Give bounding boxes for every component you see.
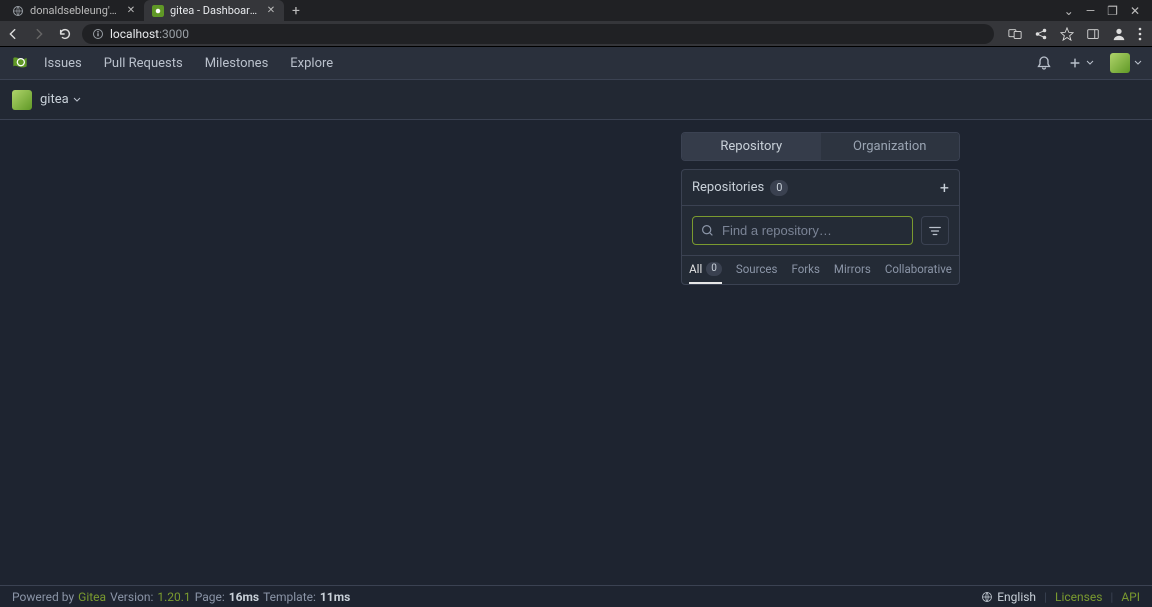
search-icon (701, 224, 714, 237)
context-bar: gitea (0, 80, 1152, 120)
browser-tab[interactable]: donaldsebleung's blog ✕ (4, 0, 144, 21)
bookmark-icon[interactable] (1060, 27, 1074, 41)
filter-tab-sources[interactable]: Sources (736, 262, 778, 284)
maximize-icon[interactable]: ❐ (1107, 4, 1118, 18)
filter-tab-forks[interactable]: Forks (791, 262, 819, 284)
browser-tab[interactable]: gitea - Dashboard - Gitea: G ✕ (144, 0, 284, 21)
chevron-down-icon[interactable]: ⌄ (1064, 4, 1074, 18)
licenses-link[interactable]: Licenses (1055, 590, 1102, 604)
template-label: Template: (263, 590, 316, 604)
filter-tab-collaborative[interactable]: Collaborative (885, 262, 952, 284)
repositories-count: 0 (770, 180, 788, 196)
profile-icon[interactable] (1112, 27, 1126, 41)
reload-button[interactable] (58, 27, 72, 41)
filter-tab-all[interactable]: All 0 (689, 262, 722, 284)
forward-button[interactable] (32, 27, 46, 41)
nav-pull-requests[interactable]: Pull Requests (104, 56, 183, 71)
version-label: Version: (110, 590, 153, 604)
tab-repository[interactable]: Repository (682, 133, 821, 160)
page-time: 16ms (229, 590, 259, 604)
search-input[interactable] (722, 223, 904, 238)
browser-tab-strip: donaldsebleung's blog ✕ gitea - Dashboar… (0, 0, 1152, 21)
address-bar[interactable]: localhost:3000 (82, 24, 994, 44)
close-icon[interactable]: ✕ (126, 6, 136, 16)
avatar (1110, 53, 1130, 73)
avatar (12, 90, 32, 110)
context-name: gitea (40, 92, 69, 107)
all-count-badge: 0 (706, 262, 722, 276)
close-icon[interactable]: ✕ (266, 6, 276, 16)
url-host: localhost:3000 (110, 27, 189, 41)
back-button[interactable] (6, 27, 20, 41)
window-controls: ⌄ — ❐ ✕ (1064, 4, 1148, 18)
translate-icon[interactable] (1008, 27, 1022, 41)
user-menu[interactable] (1110, 53, 1142, 73)
create-menu[interactable] (1068, 56, 1094, 70)
minimize-icon[interactable]: — (1086, 4, 1095, 18)
gitea-logo-icon[interactable] (10, 53, 30, 73)
globe-icon (12, 5, 24, 17)
new-tab-button[interactable]: + (284, 0, 308, 21)
filter-button[interactable] (921, 216, 949, 245)
site-info-icon[interactable] (92, 28, 104, 40)
template-time: 11ms (320, 590, 350, 604)
repo-search-field[interactable] (692, 216, 913, 245)
page-label: Page: (195, 590, 225, 604)
main-area: Repository Organization Repositories 0 + (0, 120, 1152, 585)
gitea-favicon-icon (152, 5, 164, 17)
language-switcher[interactable]: English (981, 590, 1036, 604)
context-switcher[interactable]: gitea (40, 92, 81, 107)
panel-tab-switch: Repository Organization (681, 132, 960, 161)
kebab-menu-icon[interactable] (1138, 27, 1142, 41)
powered-by-label: Powered by (12, 590, 74, 604)
repositories-label: Repositories (692, 180, 764, 195)
close-window-icon[interactable]: ✕ (1130, 4, 1140, 18)
nav-milestones[interactable]: Milestones (205, 56, 269, 71)
gitea-header: Issues Pull Requests Milestones Explore (0, 47, 1152, 80)
browser-tab-title: gitea - Dashboard - Gitea: G (170, 4, 260, 17)
notifications-icon[interactable] (1036, 55, 1052, 71)
browser-tab-title: donaldsebleung's blog (30, 4, 120, 17)
nav-issues[interactable]: Issues (44, 56, 82, 71)
browser-nav-bar: localhost:3000 (0, 21, 1152, 47)
tab-organization[interactable]: Organization (821, 133, 960, 160)
share-icon[interactable] (1034, 27, 1048, 41)
filter-icon (928, 224, 942, 238)
api-link[interactable]: API (1121, 590, 1140, 604)
filter-tab-mirrors[interactable]: Mirrors (834, 262, 871, 284)
gitea-link[interactable]: Gitea (78, 590, 106, 604)
new-repo-button[interactable]: + (940, 178, 949, 197)
side-panel-icon[interactable] (1086, 27, 1100, 41)
globe-icon (981, 591, 993, 603)
footer: Powered by Gitea Version: 1.20.1 Page: 1… (0, 585, 1152, 607)
nav-explore[interactable]: Explore (290, 56, 333, 71)
repositories-panel: Repositories 0 + All 0 (681, 169, 960, 285)
version-link[interactable]: 1.20.1 (157, 590, 190, 604)
chevron-down-icon (73, 96, 81, 104)
